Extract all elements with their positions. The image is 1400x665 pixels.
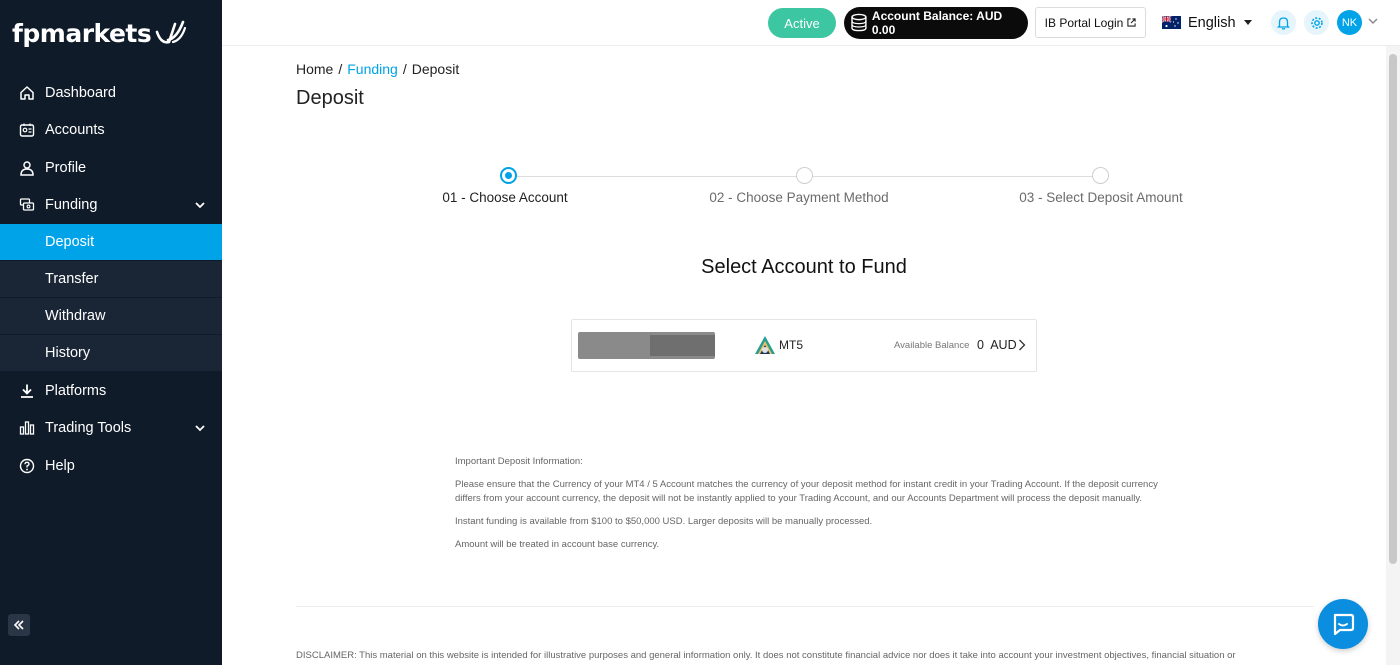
profile-icon [18,159,36,177]
sidebar-item-funding[interactable]: Funding [0,187,222,225]
double-chevron-left-icon [13,620,24,630]
sidebar-item-label: Dashboard [45,84,116,101]
sidebar-subitem-transfer[interactable]: Transfer [0,261,222,298]
sidebar-item-label: Platforms [45,382,107,399]
collapse-sidebar-button[interactable] [8,614,30,636]
sidebar-item-accounts[interactable]: Accounts [0,112,222,150]
sidebar-item-label: Help [45,457,75,474]
breadcrumb-home[interactable]: Home [296,61,333,77]
page-title: Deposit [296,87,364,109]
step-3-indicator [1092,167,1109,184]
sidebar-subitem-history[interactable]: History [0,335,222,372]
live-chat-button[interactable] [1318,599,1368,649]
step-2-indicator [796,167,813,184]
bell-icon [1277,16,1290,30]
chat-icon [1333,613,1355,636]
home-icon [18,84,36,102]
section-title: Select Account to Fund [701,256,907,278]
divider [296,606,1314,607]
ib-portal-label: IB Portal Login [1044,15,1124,30]
accounts-icon [18,121,36,139]
sidebar-item-label: Accounts [45,122,105,139]
fpmarkets-logo[interactable]: fpmarkets [12,16,187,50]
step-3-label: 03 - Select Deposit Amount [1019,190,1183,205]
coins-icon [851,13,867,32]
logo-text: fpmarkets [12,18,152,48]
top-bar: Active Account Balance: AUD 0.00 IB Port… [222,0,1400,46]
available-balance-label: Available Balance [894,340,970,351]
help-icon [18,457,36,475]
language-selector[interactable]: English [1154,7,1252,38]
chevron-down-icon [195,201,205,208]
status-badge: Active [768,8,836,38]
sidebar-nav: Dashboard Accounts Profile Funding Depos… [0,74,222,485]
breadcrumb: Home / Funding / Deposit [296,61,460,77]
account-card[interactable]: MT5 Available Balance 0 AUD [571,319,1037,372]
disclaimer-text: DISCLAIMER: This material on this websit… [296,650,1236,661]
account-balance-text: Account Balance: AUD 0.00 [871,9,1003,37]
sidebar-item-help[interactable]: Help [0,447,222,485]
sidebar-subitem-withdraw[interactable]: Withdraw [0,298,222,335]
external-link-icon [1127,18,1136,27]
settings-button[interactable] [1304,10,1329,35]
sidebar-item-label: Trading Tools [45,420,132,437]
sidebar-subitem-deposit[interactable]: Deposit [0,224,222,261]
info-paragraph-base-currency: Amount will be treated in account base c… [455,539,660,550]
breadcrumb-current: Deposit [411,61,460,77]
sidebar-item-trading-tools[interactable]: Trading Tools [0,410,222,448]
info-heading: Important Deposit Information: [455,456,583,467]
sidebar-item-label: Profile [45,159,87,176]
deposit-information: Important Deposit Information: Please en… [455,455,1160,561]
ib-portal-login-button[interactable]: IB Portal Login [1035,7,1146,38]
australia-flag-icon [1162,16,1181,29]
breadcrumb-funding[interactable]: Funding [347,61,398,77]
gear-icon [1310,16,1323,29]
scrollbar-thumb[interactable] [1389,54,1397,564]
notifications-button[interactable] [1271,10,1296,35]
logo-mark-icon [155,20,187,44]
info-paragraph-limits: Instant funding is available from $100 t… [455,516,873,527]
download-icon [18,382,36,400]
sidebar-item-dashboard[interactable]: Dashboard [0,74,222,112]
sidebar-item-platforms[interactable]: Platforms [0,372,222,410]
account-balance-pill[interactable]: Account Balance: AUD 0.00 [844,7,1028,39]
sidebar-item-label: Funding [45,197,98,214]
funding-icon [18,196,36,214]
language-label: English [1188,14,1236,31]
sidebar-item-profile[interactable]: Profile [0,149,222,187]
scrollbar[interactable] [1386,46,1400,665]
step-1-indicator [500,167,517,184]
available-balance-value: 0 AUD [977,338,1017,352]
chevron-down-icon [195,424,205,431]
step-1-label: 01 - Choose Account [442,190,568,205]
info-paragraph-currency: Please ensure that the Currency of your … [455,478,1158,505]
chevron-down-icon[interactable] [1368,18,1378,25]
redacted-account-number-part [650,335,715,356]
sidebar: fpmarkets Dashboard Accounts Profile Fun… [0,0,222,665]
chevron-right-icon [1019,339,1026,351]
caret-down-icon [1243,20,1252,25]
step-2-label: 02 - Choose Payment Method [709,190,889,205]
chart-bars-icon [18,419,36,437]
avatar[interactable]: NK [1337,10,1362,35]
mt5-logo-icon [755,336,775,354]
platform-label: MT5 [779,338,803,352]
